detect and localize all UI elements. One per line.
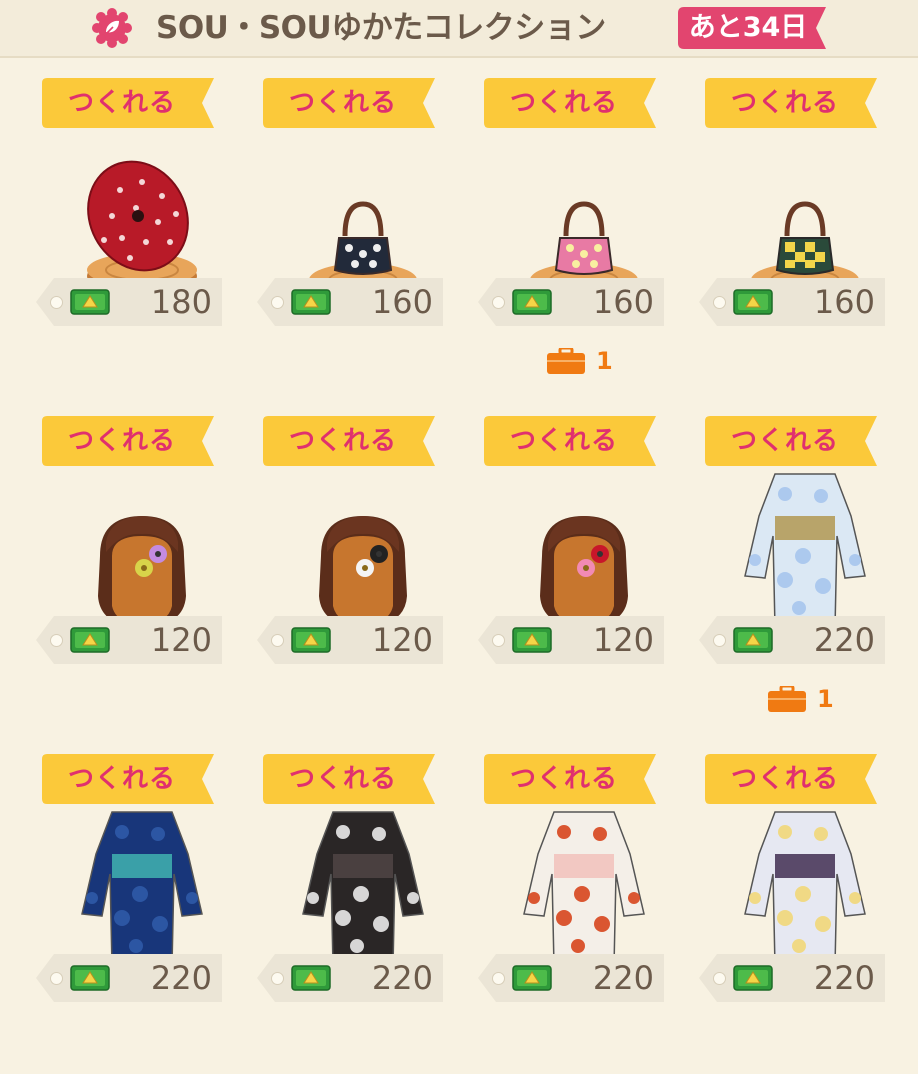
price-value: 160 (371, 283, 433, 321)
tag-hole (50, 296, 63, 309)
craft-item-hair-flower-white[interactable]: つくれる 120 (257, 416, 463, 736)
bell-voucher-icon (512, 965, 552, 991)
craft-item-check-bag[interactable]: つくれる 160 (699, 78, 905, 398)
price-value: 220 (150, 959, 212, 997)
header-bar: SOU・SOUゆかたコレクション あと34日 (0, 0, 918, 58)
days-left-text: あと34日 (688, 12, 808, 43)
tag-hole (271, 634, 284, 647)
bell-voucher-icon (291, 965, 331, 991)
bell-voucher-icon (733, 965, 773, 991)
event-title: SOU・SOUゆかたコレクション (156, 10, 606, 46)
tag-hole (271, 972, 284, 985)
tag-hole (50, 972, 63, 985)
tag-hole (492, 972, 505, 985)
bell-voucher-icon (70, 965, 110, 991)
briefcase-icon (547, 348, 585, 374)
craft-item-yukata-orange[interactable]: つくれる 220 (478, 754, 684, 1074)
price-value: 120 (592, 621, 654, 659)
craft-item-hair-flower-pink[interactable]: つくれる 120 (478, 416, 684, 736)
craft-item-yukata-black[interactable]: つくれる 220 (257, 754, 463, 1074)
bell-voucher-icon (512, 289, 552, 315)
price-value: 220 (592, 959, 654, 997)
craft-item-pink-bag[interactable]: つくれる 160 1 (478, 78, 684, 398)
bell-voucher-icon (512, 627, 552, 653)
tag-hole (492, 296, 505, 309)
bell-voucher-icon (733, 289, 773, 315)
price-value: 220 (813, 959, 875, 997)
tag-hole (492, 634, 505, 647)
price-value: 120 (371, 621, 433, 659)
craft-item-red-umbrella[interactable]: つくれる 180 (36, 78, 242, 398)
price-value: 220 (813, 621, 875, 659)
craft-item-yukata-light-blue[interactable]: つくれる 220 1 (699, 416, 905, 736)
price-value: 220 (371, 959, 433, 997)
bell-voucher-icon (291, 289, 331, 315)
tag-hole (271, 296, 284, 309)
price-value: 120 (150, 621, 212, 659)
briefcase-icon (768, 686, 806, 712)
tag-hole (50, 634, 63, 647)
tag-hole (713, 296, 726, 309)
bell-voucher-icon (733, 627, 773, 653)
bell-voucher-icon (70, 627, 110, 653)
bell-voucher-icon (291, 627, 331, 653)
tag-hole (713, 634, 726, 647)
price-value: 160 (592, 283, 654, 321)
craft-item-black-bag[interactable]: つくれる 160 (257, 78, 463, 398)
craft-item-hair-flower-yellow[interactable]: つくれる 120 (36, 416, 242, 736)
tag-hole (713, 972, 726, 985)
leaf-gear-icon (92, 8, 132, 48)
price-value: 160 (813, 283, 875, 321)
owned-count: 1 (817, 685, 834, 713)
bell-voucher-icon (70, 289, 110, 315)
price-value: 180 (150, 283, 212, 321)
craft-item-yukata-navy[interactable]: つくれる 220 (36, 754, 242, 1074)
craft-item-yukata-lavender[interactable]: つくれる 220 (699, 754, 905, 1074)
owned-count: 1 (596, 347, 613, 375)
